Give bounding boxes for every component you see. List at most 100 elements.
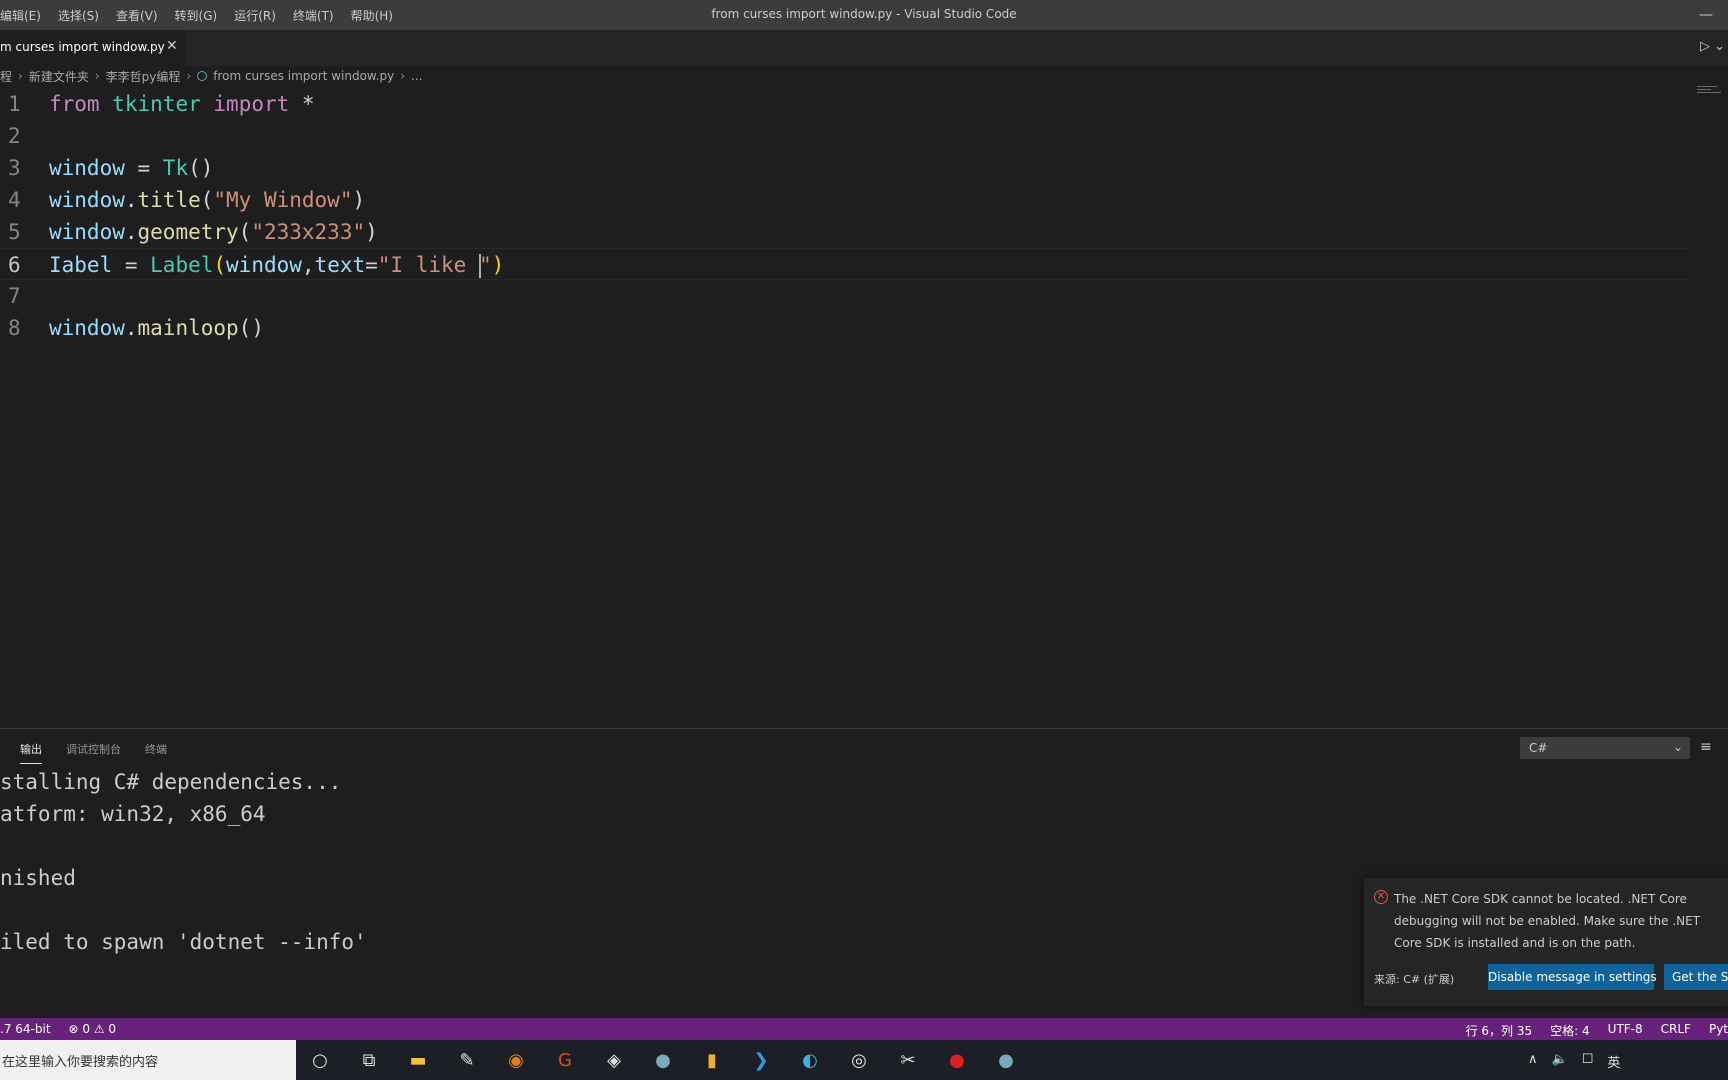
chevron-down-icon: ⌄ [1672, 740, 1683, 754]
vscode-icon[interactable]: ❯ [745, 1044, 777, 1076]
code-token: mainloop [137, 316, 239, 340]
output-log: stalling C# dependencies... atform: win3… [0, 766, 367, 958]
line-ending[interactable]: CRLF [1661, 1022, 1691, 1039]
notepad-icon[interactable]: ✎ [451, 1044, 483, 1076]
title-bar: 编辑(E) 选择(S) 查看(V) 转到(G) 运行(R) 终端(T) 帮助(H… [0, 0, 1728, 30]
tab-output[interactable]: 输出 [20, 741, 42, 764]
code-token: . [124, 316, 138, 340]
minimap[interactable] [1697, 86, 1723, 98]
indentation[interactable]: 空格: 4 [1550, 1022, 1590, 1039]
output-line: nished [0, 866, 76, 890]
breadcrumb-item[interactable]: 李李哲py编程 [106, 68, 181, 85]
tab-from-curses-import-window[interactable]: m curses import window.py ✕ [0, 30, 185, 66]
record-icon[interactable]: ● [941, 1044, 973, 1076]
unity-icon[interactable]: ◈ [598, 1044, 630, 1076]
code-text: window = Tk() [49, 152, 213, 184]
panel-tabs: 输出 调试控制台 终端 [20, 741, 191, 764]
output-channel-select[interactable]: C# ⌄ [1520, 737, 1690, 759]
line-number: 8 [8, 316, 21, 340]
status-bar: .7 64-bit ⊗ 0 ⚠ 0 行 6，列 35 空格: 4 UTF-8 C… [0, 1018, 1728, 1040]
breadcrumb-item[interactable]: 程 [0, 68, 12, 85]
breadcrumb: 程 › 新建文件夹 › 李李哲py编程 › from curses import wi… [0, 68, 423, 85]
code-line[interactable]: 2 [0, 120, 1690, 152]
taskbar-icons: ○ ⧉ ▬ ✎ ◉ G ◈ ● ▮ ❯ ◐ ◎ ✂ ● ● [304, 1044, 1039, 1076]
steam-icon[interactable]: ● [647, 1044, 679, 1076]
code-token: . [124, 220, 138, 244]
cursor-position[interactable]: 行 6，列 35 [1466, 1022, 1533, 1039]
code-line[interactable]: 1 from tkinter import * [0, 88, 1690, 120]
code-token: window [49, 220, 125, 244]
code-token: from [49, 92, 100, 116]
disable-message-button[interactable]: Disable message in settings [1488, 964, 1657, 990]
menu-run[interactable]: 运行(R) [234, 7, 276, 24]
code-token: () [188, 156, 214, 180]
get-sdk-button[interactable]: Get the SDK [1664, 964, 1728, 990]
error-notification: ✕ The .NET Core SDK cannot be located. .… [1364, 878, 1728, 1006]
input-method-icon[interactable]: 英 [1607, 1052, 1620, 1071]
code-text: from tkinter import * [49, 88, 315, 120]
line-number: 1 [8, 92, 21, 116]
list-icon[interactable]: ≡ [1700, 739, 1712, 755]
line-number: 5 [8, 220, 21, 244]
code-token: "233x233" [251, 220, 366, 244]
menu-edit[interactable]: 编辑(E) [0, 7, 41, 24]
cortana-icon[interactable]: ○ [304, 1044, 336, 1076]
code-token: window [49, 188, 125, 212]
code-line[interactable]: 6 Iabel = Label(window,text="I like ") [0, 248, 1690, 280]
code-line[interactable]: 7 [0, 280, 1690, 312]
menu-view[interactable]: 查看(V) [116, 7, 158, 24]
volume-icon[interactable]: 🔈 [1552, 1052, 1568, 1071]
g-app-icon[interactable]: G [549, 1044, 581, 1076]
line-number: 3 [8, 156, 21, 180]
problems-count[interactable]: ⊗ 0 ⚠ 0 [69, 1022, 117, 1036]
code-editor[interactable]: 1 from tkinter import * 2 3 window = Tk() 4 wi… [0, 88, 1700, 728]
run-icon[interactable]: ▷ ⌄ [1700, 39, 1725, 54]
line-number: 4 [8, 188, 21, 212]
taskbar-search-input[interactable]: 在这里输入你要搜索的内容 [0, 1040, 296, 1080]
code-line[interactable]: 5 window.geometry("233x233") [0, 216, 1690, 248]
language-mode[interactable]: Pyt [1709, 1022, 1728, 1039]
close-icon[interactable]: ✕ [166, 38, 178, 54]
code-token: geometry [137, 220, 239, 244]
breadcrumb-item[interactable]: 新建文件夹 [29, 68, 89, 85]
encoding[interactable]: UTF-8 [1608, 1022, 1643, 1039]
menu-terminal[interactable]: 终端(T) [293, 7, 334, 24]
edge-icon[interactable]: ◐ [794, 1044, 826, 1076]
error-icon: ✕ [1374, 890, 1388, 904]
tray-expand-icon[interactable]: ∧ [1528, 1052, 1538, 1071]
code-line[interactable]: 8 window.mainloop() [0, 312, 1690, 344]
code-text: window.geometry("233x233") [49, 216, 378, 248]
editor-tab-bar: m curses import window.py ✕ ▷ ⌄ [0, 30, 1728, 66]
code-text: window.title("My Window") [49, 184, 365, 216]
menu-go[interactable]: 转到(G) [175, 7, 218, 24]
python-interpreter[interactable]: .7 64-bit [0, 1022, 51, 1036]
task-view-icon[interactable]: ⧉ [353, 1044, 385, 1076]
tab-debug-console[interactable]: 调试控制台 [66, 741, 121, 764]
breadcrumb-item[interactable]: ... [411, 69, 422, 83]
code-token: window [226, 253, 302, 277]
code-token: () [238, 316, 264, 340]
output-line: stalling C# dependencies... [0, 770, 342, 794]
breadcrumb-item[interactable]: from curses import window.py [213, 69, 394, 83]
code-line[interactable]: 3 window = Tk() [0, 152, 1690, 184]
capcut-icon[interactable]: ✂ [892, 1044, 924, 1076]
steam-icon-2[interactable]: ● [990, 1044, 1022, 1076]
code-text: Iabel = Label(window,text="I like ") [49, 249, 504, 281]
code-token: = [365, 253, 378, 277]
folder-app-icon[interactable]: ▮ [696, 1044, 728, 1076]
tab-terminal[interactable]: 终端 [145, 741, 167, 764]
code-token: tkinter [112, 92, 201, 116]
menu-selection[interactable]: 选择(S) [58, 7, 99, 24]
minimize-button[interactable]: — [1688, 6, 1724, 24]
code-token: window [49, 316, 125, 340]
code-line[interactable]: 4 window.title("My Window") [0, 184, 1690, 216]
blender-icon[interactable]: ◉ [500, 1044, 532, 1076]
menu-help[interactable]: 帮助(H) [351, 7, 393, 24]
code-token: ( [238, 220, 252, 244]
notification-message: The .NET Core SDK cannot be located. .NE… [1394, 892, 1701, 950]
output-channel-value: C# [1529, 741, 1548, 755]
obs-icon[interactable]: ◎ [843, 1044, 875, 1076]
file-explorer-icon[interactable]: ▬ [402, 1044, 434, 1076]
display-icon[interactable]: ☐ [1582, 1052, 1594, 1071]
